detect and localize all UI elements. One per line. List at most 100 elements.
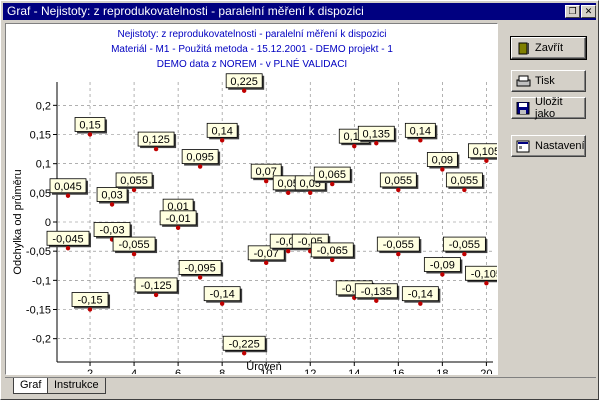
y-tick-label: -0,2 [32,334,51,346]
point-label: 0,045 [54,181,82,193]
point-label: -0,055 [449,239,480,251]
printer-icon [516,75,531,88]
floppy-disk-icon [516,101,531,115]
x-tick-label: 14 [348,368,360,374]
close-window-button[interactable]: ✕ [581,5,596,18]
settings-button[interactable]: Nastavení [511,135,586,157]
close-button[interactable]: Zavřít [510,36,587,60]
data-point [65,246,71,251]
data-point [241,351,247,356]
data-point [418,138,423,143]
save-as-button[interactable]: Uložit jako [511,96,586,120]
restore-button[interactable]: ❐ [565,5,580,18]
data-point [197,164,203,169]
point-label: 0,03 [101,190,122,202]
point-label: -0,105 [471,268,497,280]
x-tick-label: 6 [175,368,181,374]
data-point [396,251,401,257]
data-point [462,187,467,193]
point-label: -0,055 [383,239,414,251]
point-label: -0,225 [229,338,260,350]
data-point [396,187,401,193]
data-point [153,146,159,152]
chart-svg: Nejistoty: z reprodukovatelnosti - paral… [12,29,497,374]
point-label: -0,055 [118,239,149,251]
data-point [440,167,445,172]
print-button[interactable]: Tisk [511,70,586,92]
x-tick-label: 12 [304,368,316,374]
point-label: 0,135 [363,128,391,140]
point-label: -0,095 [185,262,216,274]
data-point [65,193,71,198]
point-label: 0,125 [142,134,170,146]
close-button-label: Zavřít [535,42,564,54]
data-point [418,301,423,306]
data-point [241,88,247,93]
x-tick-label: 20 [480,368,492,374]
point-label: 0,055 [385,175,413,187]
point-label: -0,14 [210,289,235,301]
data-point [462,251,467,257]
print-button-label: Tisk [535,75,555,87]
chart-title-line: Materiál - M1 - Použitá metoda - 15.12.2… [111,44,393,55]
data-point [308,190,313,196]
y-axis-label: Odchylka od průměru [12,169,24,274]
data-point [330,181,335,187]
data-point [87,307,93,312]
point-label: 0,15 [79,120,100,132]
point-label: 0,14 [211,125,232,137]
point-label: 0,225 [230,76,258,88]
x-tick-label: 2 [87,368,93,374]
point-label: 0,095 [186,152,214,164]
x-tick-label: 8 [219,368,225,374]
point-label: -0,03 [100,225,125,237]
settings-button-label: Nastavení [535,140,585,152]
save-as-button-label: Uložit jako [535,96,563,120]
data-point [219,138,225,143]
point-label: -0,065 [317,245,348,257]
title-bar[interactable]: Graf - Nejistoty: z reprodukovatelnosti … [3,3,596,20]
data-point [484,158,489,163]
data-point [175,225,181,231]
data-point [131,187,137,193]
point-label: -0,125 [140,280,171,292]
data-point [109,202,115,207]
data-point [440,272,445,277]
chart-title-line: Nejistoty: z reprodukovatelnosti - paral… [117,29,386,40]
tab-instrukce[interactable]: Instrukce [47,378,106,394]
tab-graf[interactable]: Graf [13,378,49,394]
data-point [153,292,159,298]
y-tick-label: -0,05 [26,246,51,258]
point-label: -0,15 [77,295,102,307]
point-label: -0,135 [361,286,392,298]
window-title: Graf - Nejistoty: z reprodukovatelnosti … [7,4,364,18]
data-point [197,275,203,280]
data-point [484,281,489,286]
y-tick-label: 0,1 [36,159,51,171]
data-point [263,260,269,266]
data-point [286,190,291,196]
point-label: 0,14 [410,125,431,137]
point-label: -0,09 [430,260,455,272]
x-tick-label: 16 [392,368,404,374]
door-exit-icon [516,42,531,55]
point-label: 0,065 [318,169,346,181]
data-point [219,301,225,306]
x-tick-label: 18 [436,368,448,374]
point-label: -0,01 [166,213,191,225]
data-point [352,143,357,149]
y-tick-label: 0,2 [36,100,51,112]
data-point [87,132,93,137]
point-label: 0,055 [451,175,479,187]
data-point [374,141,379,146]
point-label: 0,105 [473,146,497,158]
chart-area: Nejistoty: z reprodukovatelnosti - paral… [5,23,498,375]
settings-icon [516,140,531,153]
point-label: -0,045 [52,233,83,245]
y-tick-label: 0,15 [30,130,51,142]
y-tick-label: -0,15 [26,305,51,317]
y-tick-label: 0,05 [30,188,51,200]
x-tick-label: 4 [131,368,137,374]
x-axis-label: Úroveň [246,360,281,373]
data-point [263,178,269,184]
